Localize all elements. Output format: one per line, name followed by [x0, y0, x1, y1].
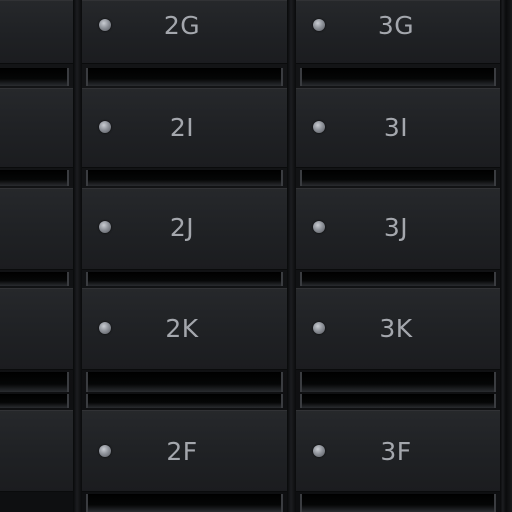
lock-icon	[313, 445, 325, 457]
mail-slot	[86, 170, 283, 186]
mail-slot	[86, 372, 283, 392]
mailbox-door	[0, 188, 73, 270]
mailbox-door-2f[interactable]: 2F	[82, 410, 287, 492]
mailbox-door-2j[interactable]: 2J	[82, 188, 287, 270]
lock-icon	[313, 221, 325, 233]
mail-slot	[0, 394, 69, 408]
mailbox-door-2i[interactable]: 2I	[82, 88, 287, 168]
mailbox-label: 3G	[377, 11, 415, 40]
mailbox-door-3j[interactable]: 3J	[296, 188, 500, 270]
mailbox-wall: 2G 2I 2J 2K 2F 3G 3I 3J 3K 3F	[0, 0, 512, 512]
mail-slot	[300, 494, 496, 512]
mailbox-door	[0, 410, 73, 492]
mail-slot	[300, 394, 496, 408]
mailbox-door	[0, 0, 73, 64]
mailbox-label: 3I	[383, 113, 409, 142]
mailbox-door-3g[interactable]: 3G	[296, 0, 500, 64]
lock-icon	[313, 19, 325, 31]
mail-slot	[86, 272, 283, 286]
mailbox-label: 2I	[169, 113, 195, 142]
mail-slot	[86, 68, 283, 86]
mail-slot	[0, 272, 69, 286]
mailbox-label: 3F	[380, 437, 412, 466]
mailbox-label: 2J	[169, 213, 195, 242]
mail-slot	[0, 68, 69, 86]
mailbox-label: 3K	[379, 314, 413, 343]
lock-icon	[313, 121, 325, 133]
mailbox-door-3k[interactable]: 3K	[296, 288, 500, 370]
column-divider	[73, 0, 82, 512]
left-column	[0, 0, 73, 512]
mail-slot	[300, 372, 496, 392]
mailbox-door-3f[interactable]: 3F	[296, 410, 500, 492]
mailbox-door	[0, 88, 73, 168]
lock-icon	[99, 19, 111, 31]
right-edge	[506, 0, 512, 512]
mailbox-label: 2K	[165, 314, 199, 343]
column-divider	[287, 0, 296, 512]
lock-icon	[99, 121, 111, 133]
mailbox-door-2k[interactable]: 2K	[82, 288, 287, 370]
mailbox-label: 2G	[163, 11, 201, 40]
mailbox-door	[0, 288, 73, 370]
mailbox-door-2g[interactable]: 2G	[82, 0, 287, 64]
mail-slot	[300, 272, 496, 286]
mail-slot	[300, 68, 496, 86]
lock-icon	[99, 221, 111, 233]
mail-slot	[300, 170, 496, 186]
mailbox-label: 2F	[166, 437, 198, 466]
middle-column: 2G 2I 2J 2K 2F	[82, 0, 287, 512]
right-column: 3G 3I 3J 3K 3F	[296, 0, 500, 512]
mail-slot	[86, 394, 283, 408]
lock-icon	[313, 322, 325, 334]
mail-slot	[0, 372, 69, 392]
mail-slot	[86, 494, 283, 512]
mail-slot	[0, 170, 69, 186]
mailbox-label: 3J	[383, 213, 409, 242]
mailbox-door-3i[interactable]: 3I	[296, 88, 500, 168]
lock-icon	[99, 322, 111, 334]
lock-icon	[99, 445, 111, 457]
